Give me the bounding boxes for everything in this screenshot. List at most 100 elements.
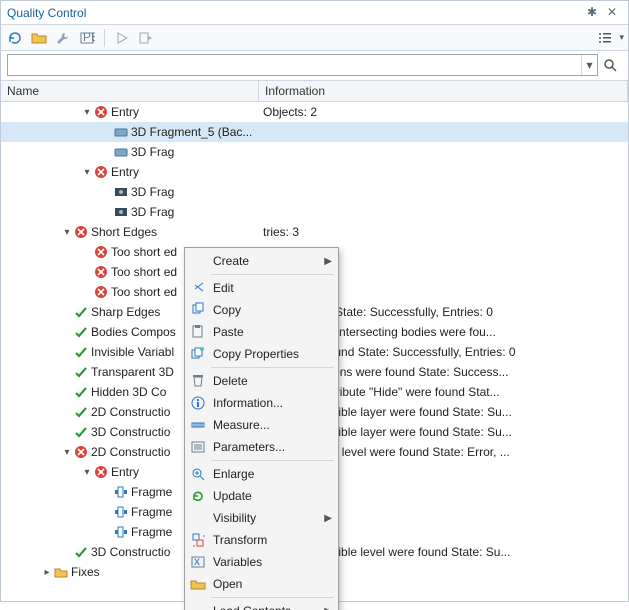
wrench-icon[interactable]: [53, 28, 73, 48]
tree-item-label: 3D Constructio: [91, 425, 170, 439]
search-row: ▾: [1, 51, 628, 80]
title-bar: Quality Control ✱ ✕: [1, 1, 628, 25]
tree-item-label: Sharp Edges: [91, 305, 160, 319]
refresh-icon[interactable]: [5, 28, 25, 48]
tree-item-label: 3D Frag: [131, 185, 174, 199]
ok-icon: [73, 344, 89, 360]
ok-icon: [73, 324, 89, 340]
tree-item-label: Entry: [111, 105, 139, 119]
pin-icon[interactable]: ✱: [582, 5, 602, 20]
menu-item-label: Enlarge: [209, 467, 332, 481]
photo-icon: [113, 204, 129, 220]
tree-item-label: Transparent 3D: [91, 365, 174, 379]
toolbar: PE ▾: [1, 25, 628, 51]
menu-item[interactable]: Transform: [185, 529, 338, 551]
search-input[interactable]: [8, 58, 581, 72]
vars-icon: x: [187, 554, 209, 570]
error-icon: [73, 444, 89, 460]
tree-item-label: Too short ed: [111, 265, 177, 279]
blank-icon: [187, 603, 209, 610]
menu-item[interactable]: Copy: [185, 299, 338, 321]
menu-item[interactable]: Measure...: [185, 414, 338, 436]
expand-toggle[interactable]: ▾: [81, 467, 93, 478]
tree-row[interactable]: 3D Frag: [1, 202, 628, 222]
tree-row[interactable]: 3D Frag: [1, 182, 628, 202]
scissors-icon: [187, 280, 209, 296]
menu-item-label: Delete: [209, 374, 332, 388]
menu-item-label: Information...: [209, 396, 332, 410]
search-icon[interactable]: [602, 57, 622, 73]
folder-icon: [53, 564, 69, 580]
menu-item[interactable]: Enlarge: [185, 463, 338, 485]
tree-row[interactable]: ▾ Short Edges tries: 3: [1, 222, 628, 242]
tree-view[interactable]: ▾EntryObjects: 23D Fragment_5 (Bac...3D …: [1, 102, 628, 610]
tree-item-label: 3D Frag: [131, 145, 174, 159]
menu-item[interactable]: x Variables: [185, 551, 338, 573]
error-icon: [93, 284, 109, 300]
photo-icon: [113, 184, 129, 200]
error-icon: [93, 264, 109, 280]
column-header-name[interactable]: Name: [1, 81, 259, 101]
expand-toggle[interactable]: ▾: [81, 167, 93, 178]
expand-toggle[interactable]: ▾: [61, 227, 73, 238]
tree-row[interactable]: ▾ Entry Objects: 2: [1, 102, 628, 122]
ok-icon: [73, 384, 89, 400]
menu-item-label: Create: [209, 254, 324, 268]
props-icon[interactable]: PE: [77, 28, 97, 48]
blank-icon: [187, 510, 209, 526]
menu-item-label: Parameters...: [209, 440, 332, 454]
tree-row[interactable]: ▾Entry: [1, 162, 628, 182]
menu-separator: [211, 597, 334, 598]
menu-item[interactable]: Visibility▶: [185, 507, 338, 529]
open-icon[interactable]: [29, 28, 49, 48]
expand-toggle[interactable]: ▸: [41, 567, 53, 578]
tree-item-label: Too short ed: [111, 245, 177, 259]
column-headers: Name Information: [1, 80, 628, 102]
tree-item-label: 3D Frag: [131, 205, 174, 219]
error-icon: [93, 244, 109, 260]
expand-toggle[interactable]: ▾: [81, 107, 93, 118]
menu-item-label: Transform: [209, 533, 332, 547]
tree-item-info: tries: 3: [259, 225, 628, 239]
menu-item[interactable]: Copy Properties: [185, 343, 338, 365]
menu-item[interactable]: Paste: [185, 321, 338, 343]
tree-item-label: 3D Fragment_5 (Bac...: [131, 125, 252, 139]
tree-item-label: 3D Constructio: [91, 545, 170, 559]
menu-item[interactable]: Create▶: [185, 250, 338, 272]
submenu-arrow-icon: ▶: [324, 256, 332, 267]
frag-icon: [113, 524, 129, 540]
menu-item[interactable]: Delete: [185, 370, 338, 392]
menu-item-label: Visibility: [209, 511, 324, 525]
svg-text:x: x: [194, 554, 200, 568]
transform-icon: [187, 532, 209, 548]
menu-item[interactable]: Update: [185, 485, 338, 507]
column-header-info[interactable]: Information: [259, 81, 628, 101]
menu-item[interactable]: Edit: [185, 277, 338, 299]
play-all-icon[interactable]: [136, 28, 156, 48]
menu-item-label: Variables: [209, 555, 332, 569]
tree-item-info: Objects: 2: [259, 105, 628, 119]
menu-item[interactable]: Open: [185, 573, 338, 595]
search-box: ▾: [7, 54, 598, 76]
tree-row[interactable]: 3D Frag: [1, 142, 628, 162]
expand-toggle[interactable]: ▾: [61, 447, 73, 458]
submenu-arrow-icon: ▶: [324, 513, 332, 524]
chevron-down-icon[interactable]: ▾: [619, 32, 624, 43]
update-icon: [187, 488, 209, 504]
tree-item-label: 2D Constructio: [91, 445, 170, 459]
info-icon: [187, 395, 209, 411]
play-icon[interactable]: [112, 28, 132, 48]
menu-item-label: Open: [209, 577, 332, 591]
tree-item-label: Fixes: [71, 565, 100, 579]
menu-item-label: Copy Properties: [209, 347, 332, 361]
tree-item-label: Short Edges: [91, 225, 157, 239]
menu-item-label: Paste: [209, 325, 332, 339]
frag-icon: [113, 484, 129, 500]
list-options-icon[interactable]: [595, 28, 615, 48]
search-dropdown-icon[interactable]: ▾: [581, 55, 597, 75]
menu-item[interactable]: Parameters...: [185, 436, 338, 458]
close-icon[interactable]: ✕: [602, 5, 622, 20]
menu-item[interactable]: Information...: [185, 392, 338, 414]
tree-row[interactable]: 3D Fragment_5 (Bac...: [1, 122, 628, 142]
paste-icon: [187, 324, 209, 340]
